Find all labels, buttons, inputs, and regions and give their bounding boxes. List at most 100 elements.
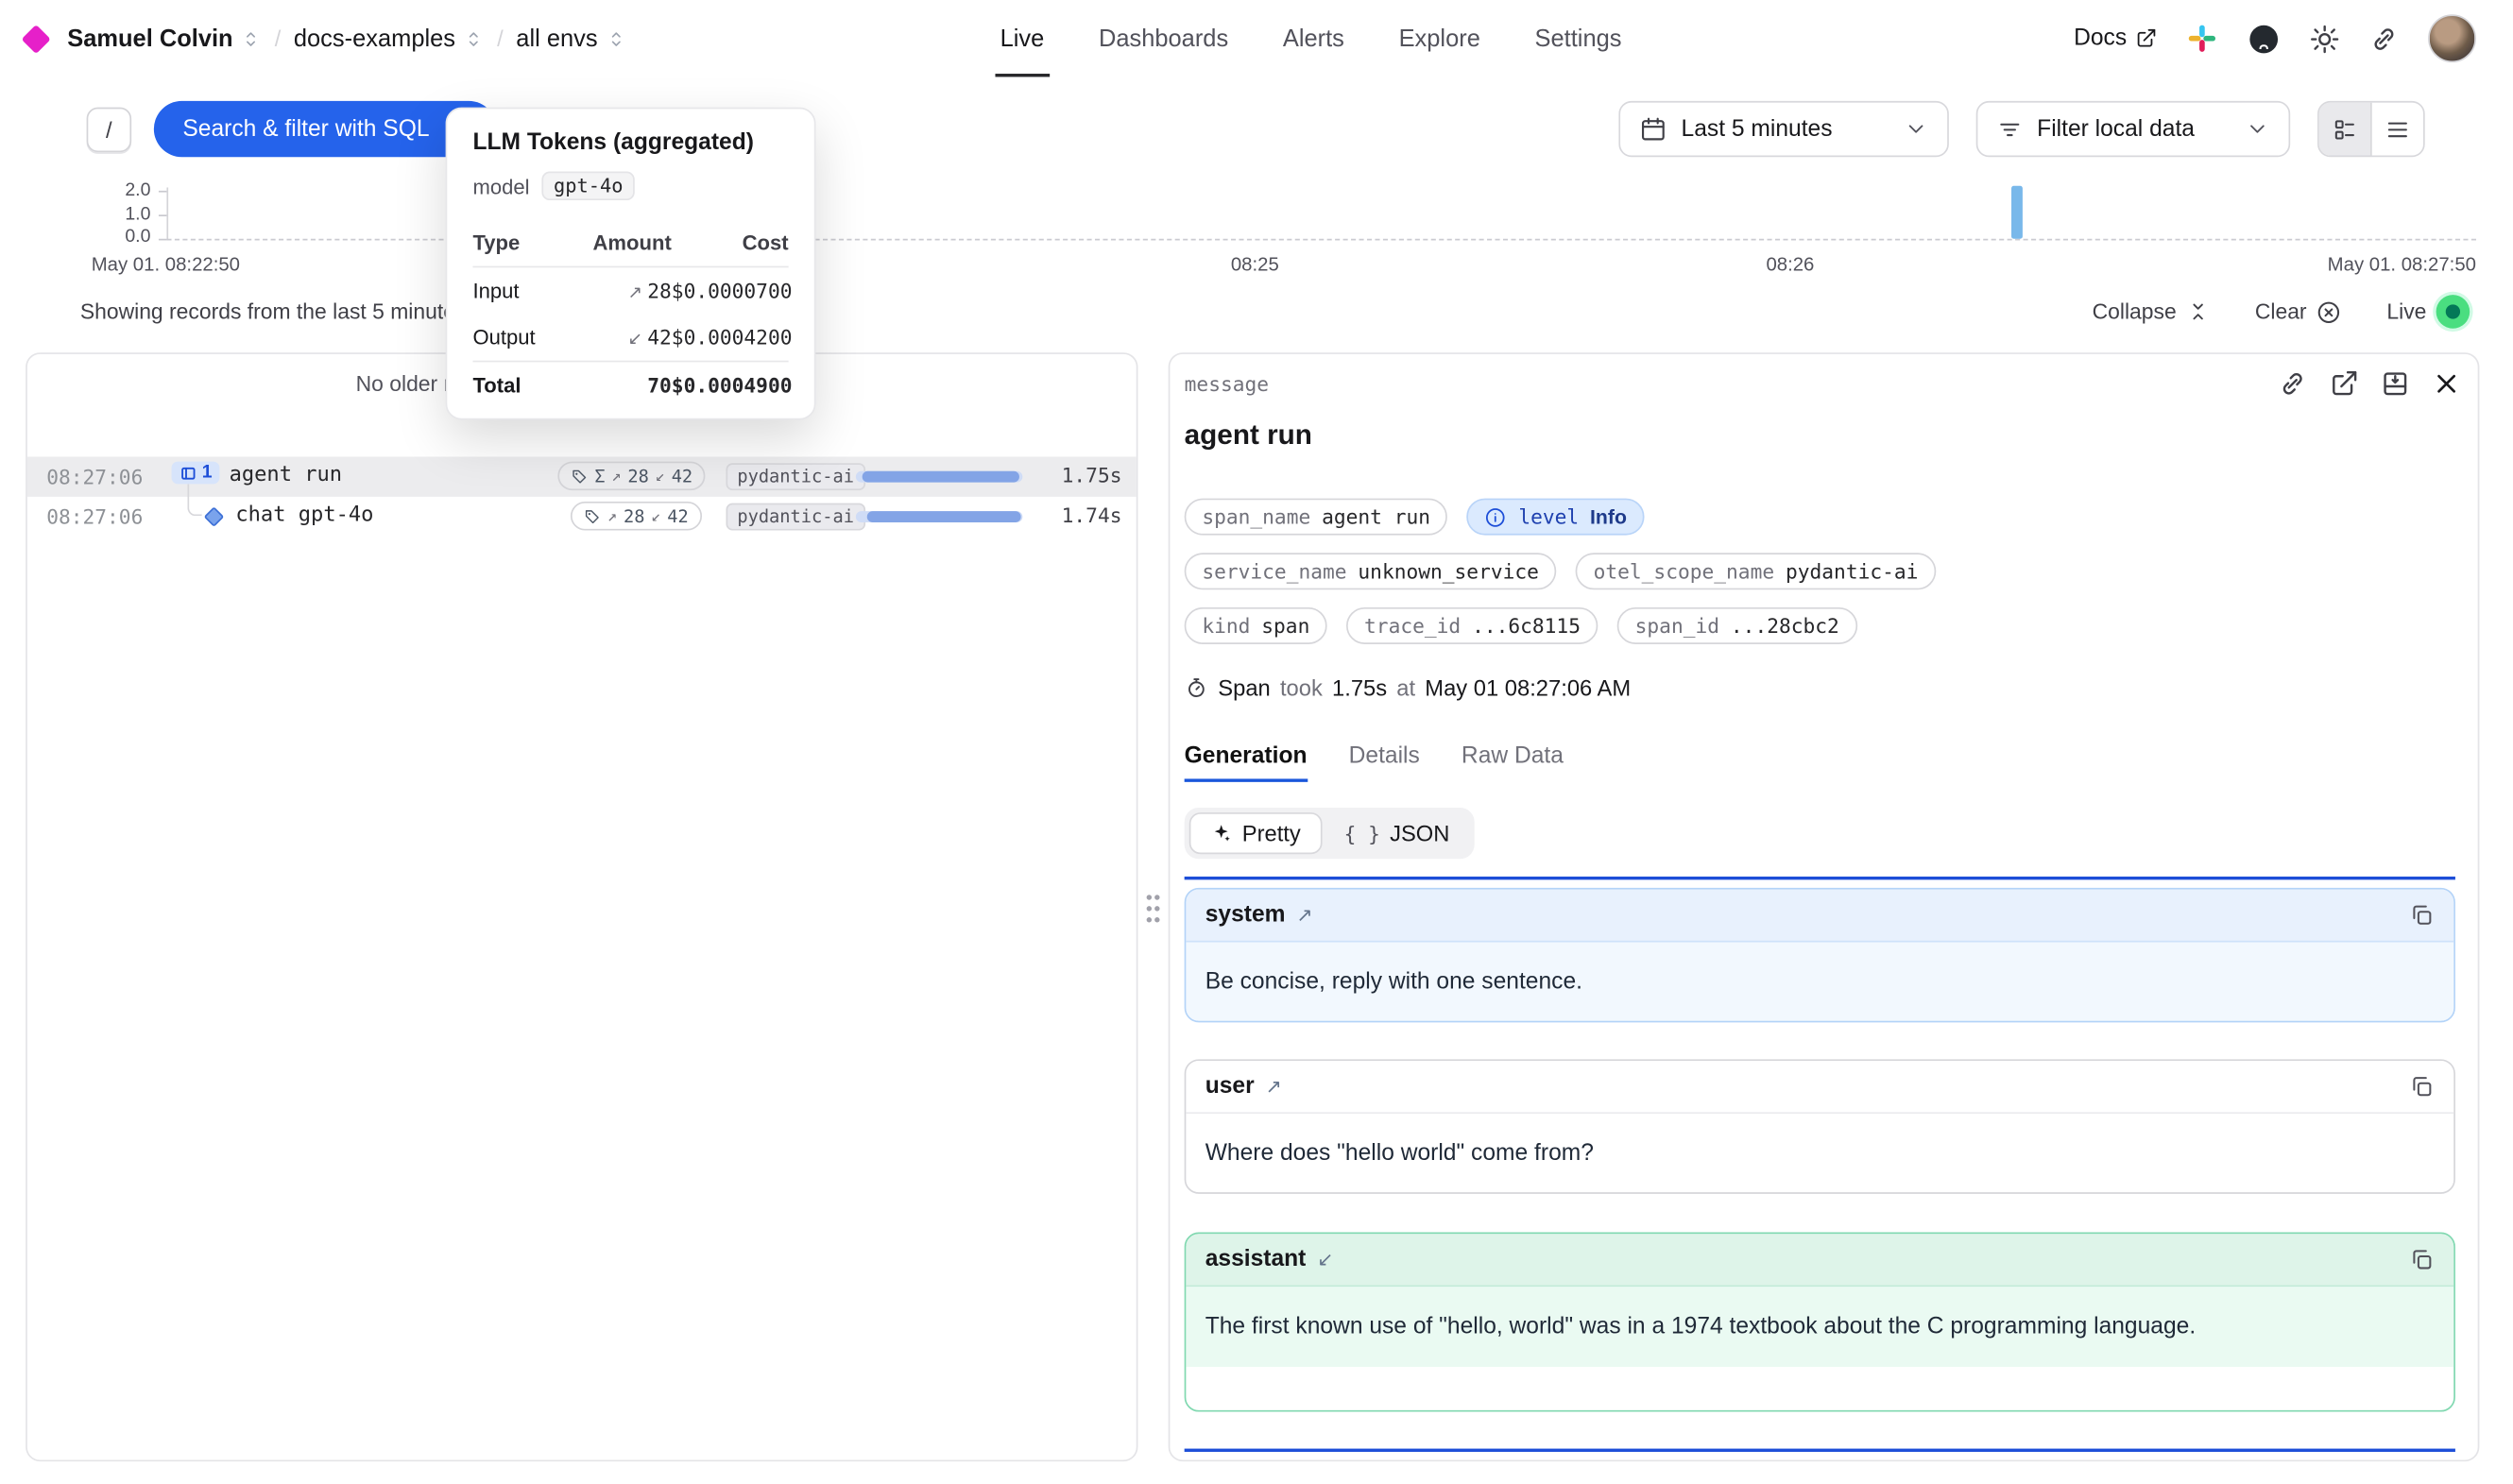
json-toggle-button[interactable]: { } JSON: [1325, 812, 1469, 854]
collapse-icon: [2186, 299, 2210, 323]
share-link-icon[interactable]: [2368, 24, 2399, 54]
github-icon[interactable]: [2247, 22, 2281, 56]
attr-pill-span-name[interactable]: span_name agent run: [1185, 499, 1448, 536]
slash-shortcut-key[interactable]: /: [87, 108, 132, 153]
copy-icon[interactable]: [2409, 1247, 2435, 1272]
nav-tab-explore[interactable]: Explore: [1399, 0, 1480, 77]
stopwatch-icon: [1185, 675, 1208, 699]
attr-pill-service-name[interactable]: service_name unknown_service: [1185, 553, 1557, 589]
span-detail-panel: message agent run span_name agent run le…: [1169, 352, 2480, 1461]
scope-tag[interactable]: pydantic-ai: [726, 503, 864, 531]
span-diamond-icon: [204, 506, 225, 527]
attr-pill-span-id[interactable]: span_id ...28cbc2: [1617, 607, 1856, 644]
hamburger-list-icon: [2385, 116, 2410, 142]
open-in-new-icon[interactable]: [2329, 368, 2359, 399]
live-toggle[interactable]: Live: [2386, 295, 2470, 329]
attr-pill-otel-scope[interactable]: otel_scope_name pydantic-ai: [1576, 553, 1936, 589]
org-name: Samuel Colvin: [67, 25, 232, 52]
copy-icon[interactable]: [2409, 1074, 2435, 1100]
env-name: all envs: [516, 25, 597, 52]
collapse-button[interactable]: Collapse: [2093, 299, 2211, 323]
tree-connector: [187, 484, 201, 516]
token-table-header: Type Amount Cost: [472, 219, 788, 267]
spans-count-badge[interactable]: 1: [172, 462, 221, 485]
token-cost: $0.0004200: [672, 325, 793, 349]
role-label: user: [1205, 1074, 1255, 1100]
output-arrow-icon: ↙: [656, 468, 665, 486]
x-circle-icon: [2316, 299, 2342, 324]
slack-icon[interactable]: [2186, 23, 2218, 55]
close-icon[interactable]: [2431, 368, 2461, 399]
json-label: JSON: [1390, 821, 1449, 846]
message-text: The first known use of "hello, world" wa…: [1186, 1287, 2453, 1367]
panel-resize-handle[interactable]: [1143, 891, 1164, 926]
col-type: Type: [472, 230, 569, 254]
clear-button[interactable]: Clear: [2255, 299, 2342, 324]
record-kind-label: message: [1185, 372, 1269, 396]
copy-icon[interactable]: [2409, 902, 2435, 928]
message-card-system: system ↗ Be concise, reply with one sent…: [1185, 888, 2455, 1023]
nav-right-cluster: Docs: [2074, 0, 2476, 77]
attr-pill-level[interactable]: level Info: [1467, 499, 1645, 536]
attr-key: level: [1518, 504, 1579, 528]
nav-tab-dashboards[interactable]: Dashboards: [1099, 0, 1228, 77]
chevron-down-icon: [2246, 117, 2269, 141]
logfire-logo-icon: [22, 24, 51, 53]
copy-link-icon[interactable]: [2278, 368, 2308, 399]
duration-bar-fill: [863, 471, 1019, 483]
trace-row-chat[interactable]: 08:27:06 chat gpt-4o ↗28 ↙42 pydantic-ai…: [27, 497, 1137, 537]
scope-tag[interactable]: pydantic-ai: [726, 463, 864, 490]
detail-list-view-button[interactable]: [2319, 103, 2370, 156]
nav-tab-settings[interactable]: Settings: [1535, 0, 1622, 77]
attr-pill-kind[interactable]: kind span: [1185, 607, 1327, 644]
content-bottom-rule: [1185, 1449, 2455, 1452]
records-histogram-bar[interactable]: [2011, 186, 2023, 239]
direction-arrow-icon: ↗: [1296, 904, 1312, 927]
pretty-toggle-button[interactable]: Pretty: [1189, 812, 1322, 854]
filter-icon: [1997, 116, 2023, 142]
docs-label: Docs: [2074, 26, 2127, 51]
y-tick-2: 2.0: [93, 181, 150, 200]
attribute-row: span_name agent run level Info: [1185, 499, 1645, 536]
filter-local-data-dropdown[interactable]: Filter local data: [1976, 101, 2291, 157]
attr-value: span: [1261, 614, 1309, 638]
tab-raw-data[interactable]: Raw Data: [1462, 736, 1564, 777]
org-selector[interactable]: Samuel Colvin: [67, 25, 262, 52]
y-tick-mark: [159, 191, 166, 193]
row-timestamp: 08:27:06: [46, 504, 143, 528]
tab-generation[interactable]: Generation: [1185, 736, 1308, 777]
sigma-symbol: Σ: [594, 466, 605, 486]
docs-link[interactable]: Docs: [2074, 26, 2157, 51]
y-tick-0: 0.0: [93, 228, 150, 247]
token-usage-pill[interactable]: Σ ↗28 ↙42: [557, 462, 705, 491]
time-range-dropdown[interactable]: Last 5 minutes: [1618, 101, 1948, 157]
trace-list-panel: No older records 08:27:06 1 agent run Σ …: [26, 352, 1137, 1461]
dock-panel-icon[interactable]: [2380, 368, 2410, 399]
token-cost: $0.0004900: [672, 373, 793, 397]
tab-details[interactable]: Details: [1349, 736, 1420, 777]
attr-key: kind: [1202, 614, 1250, 638]
theme-sun-icon[interactable]: [2310, 24, 2340, 54]
spans-icon: [180, 464, 197, 482]
compact-list-view-button[interactable]: [2372, 103, 2423, 156]
user-avatar[interactable]: [2428, 14, 2476, 62]
timing-label: Span: [1218, 674, 1270, 700]
token-type: Total: [472, 373, 569, 397]
list-detail-icon: [2332, 116, 2357, 142]
attr-key: otel_scope_name: [1594, 559, 1775, 583]
attr-pill-trace-id[interactable]: trace_id ...6c8115: [1346, 607, 1598, 644]
live-indicator-icon: [2436, 295, 2470, 329]
nav-tab-live[interactable]: Live: [1000, 0, 1045, 77]
role-label: assistant: [1205, 1247, 1307, 1272]
nav-tab-alerts[interactable]: Alerts: [1283, 0, 1344, 77]
message-header: user ↗: [1186, 1061, 2453, 1114]
token-usage-pill[interactable]: ↗28 ↙42: [571, 502, 701, 531]
token-row-total: Total 70 $0.0004900: [472, 361, 788, 409]
message-header: assistant ↙: [1186, 1234, 2453, 1287]
token-amount: 28: [647, 279, 672, 302]
project-selector[interactable]: docs-examples: [294, 25, 485, 52]
env-selector[interactable]: all envs: [516, 25, 626, 52]
span-name: agent run: [230, 463, 343, 486]
output-arrow-icon: ↙: [651, 507, 660, 525]
x-tick-start: May 01. 08:22:50: [92, 253, 240, 276]
